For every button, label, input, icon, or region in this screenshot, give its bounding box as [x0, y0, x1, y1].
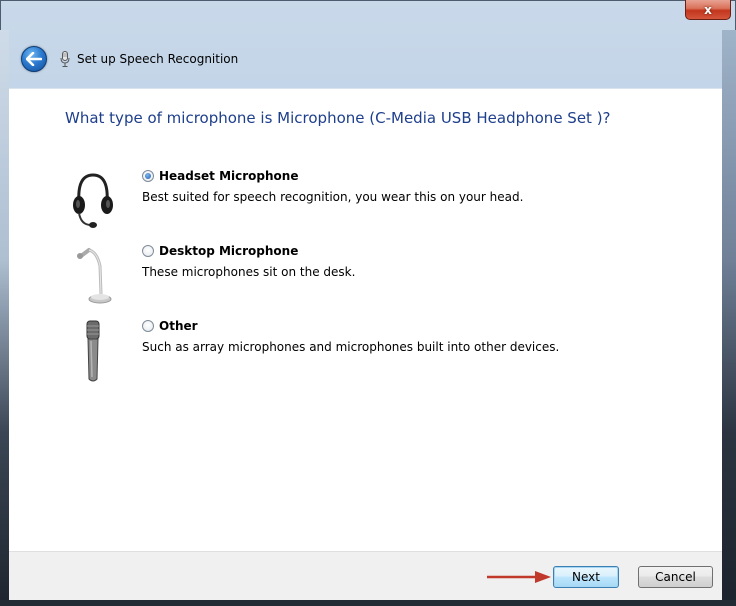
- cancel-button[interactable]: Cancel: [638, 566, 713, 588]
- option-headset-label[interactable]: Headset Microphone: [159, 169, 298, 183]
- option-other-text: Other Such as array microphones and micr…: [142, 319, 559, 354]
- button-bar: Next Cancel: [9, 551, 722, 600]
- next-button[interactable]: Next: [553, 566, 619, 588]
- option-headset-description: Best suited for speech recognition, you …: [142, 190, 524, 204]
- option-headset-text: Headset Microphone Best suited for speec…: [142, 169, 523, 204]
- radio-desktop[interactable]: [142, 245, 154, 257]
- headset-icon: [67, 169, 117, 239]
- content-area: What type of microphone is Microphone (C…: [9, 88, 722, 551]
- page-question: What type of microphone is Microphone (C…: [65, 109, 611, 127]
- radio-other[interactable]: [142, 320, 154, 332]
- option-other-description: Such as array microphones and microphone…: [142, 340, 560, 354]
- radio-selected-dot: [145, 173, 151, 179]
- window-bottom-border: [0, 600, 736, 606]
- close-button[interactable]: x: [685, 0, 731, 20]
- back-arrow-icon: [26, 52, 42, 66]
- radio-headset[interactable]: [142, 170, 154, 182]
- option-headset[interactable]: Headset Microphone Best suited for speec…: [9, 169, 722, 229]
- option-desktop-text: Desktop Microphone These microphones sit…: [142, 244, 355, 279]
- option-desktop[interactable]: Desktop Microphone These microphones sit…: [9, 244, 722, 304]
- window-left-border: [0, 30, 9, 606]
- microphone-icon: [59, 50, 71, 68]
- option-other[interactable]: Other Such as array microphones and micr…: [9, 319, 722, 382]
- option-desktop-description: These microphones sit on the desk.: [142, 265, 356, 279]
- back-button[interactable]: [21, 46, 47, 72]
- close-icon: x: [704, 2, 712, 17]
- option-desktop-label[interactable]: Desktop Microphone: [159, 244, 298, 258]
- desktop-microphone-icon: [67, 244, 117, 314]
- navigation-bar: Set up Speech Recognition: [9, 30, 722, 88]
- handheld-microphone-icon: [67, 319, 117, 389]
- window-right-border: [722, 30, 736, 606]
- annotation-arrow-icon: [487, 571, 551, 583]
- window-title: Set up Speech Recognition: [77, 52, 239, 66]
- option-other-label[interactable]: Other: [159, 319, 198, 333]
